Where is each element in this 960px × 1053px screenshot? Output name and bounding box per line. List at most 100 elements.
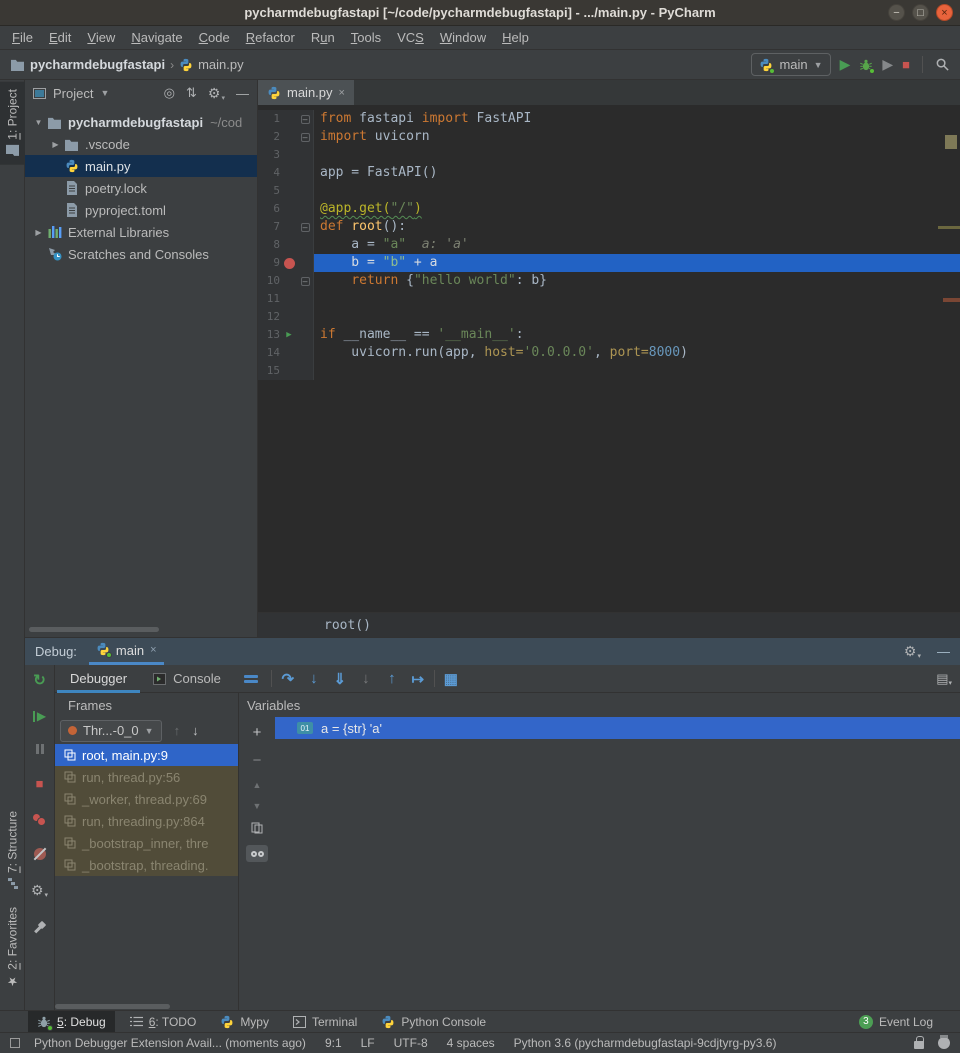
editor-gutter[interactable]: 13▶: [258, 326, 314, 344]
run-button[interactable]: ▶: [840, 56, 851, 73]
indent-style[interactable]: 4 spaces: [447, 1036, 495, 1050]
frame-row[interactable]: _bootstrap, threading.: [55, 854, 238, 876]
project-tree-item[interactable]: ▶External Libraries: [25, 221, 257, 243]
tree-collapsed-arrow[interactable]: ▶: [31, 228, 46, 237]
close-tab-icon[interactable]: ×: [339, 87, 345, 99]
caret-position[interactable]: 9:1: [325, 1036, 342, 1050]
stripe-button-7-structure[interactable]: 7: Structure: [0, 804, 25, 896]
menu-view[interactable]: View: [79, 28, 123, 47]
event-log-button[interactable]: 3Event Log: [850, 1011, 942, 1032]
menu-refactor[interactable]: Refactor: [238, 28, 303, 47]
stripe-button-2-favorites[interactable]: ★2: Favorites: [0, 900, 25, 996]
move-watch-up-button[interactable]: ▲: [253, 780, 262, 790]
menu-window[interactable]: Window: [432, 28, 494, 47]
move-watch-down-button[interactable]: ▼: [253, 801, 262, 811]
view-options-icon[interactable]: [244, 675, 258, 683]
settings-gear-icon[interactable]: ⚙▾: [31, 882, 48, 899]
pause-button[interactable]: [36, 744, 44, 754]
code-area[interactable]: 1–from fastapi import FastAPI2–import uv…: [258, 105, 960, 612]
step-into-my-code-button[interactable]: ⇓: [327, 670, 353, 688]
tool-window-tab-6-todo[interactable]: 6: TODO: [121, 1011, 206, 1032]
tree-collapsed-arrow[interactable]: ▶: [48, 140, 63, 149]
tree-expanded-arrow[interactable]: ▼: [31, 118, 46, 127]
chevron-down-icon[interactable]: ▼: [100, 88, 109, 98]
stripe-button-1-project[interactable]: 1: Project: [0, 82, 25, 165]
mute-breakpoints-button[interactable]: [34, 848, 46, 860]
menu-vcs[interactable]: VCS: [389, 28, 432, 47]
editor-gutter[interactable]: 3: [258, 146, 314, 164]
fold-marker[interactable]: –: [298, 128, 312, 146]
project-header-title[interactable]: Project: [53, 86, 93, 101]
run-configuration-selector[interactable]: main▼: [751, 53, 830, 76]
view-breakpoints-button[interactable]: [32, 813, 47, 826]
editor-gutter[interactable]: 10–: [258, 272, 314, 290]
editor-gutter[interactable]: 1–: [258, 110, 314, 128]
breadcrumb-item[interactable]: main.py: [179, 57, 244, 72]
editor-gutter[interactable]: 5: [258, 182, 314, 200]
editor-gutter[interactable]: 9: [258, 254, 314, 272]
pin-tab-button[interactable]: [33, 921, 46, 934]
breadcrumb-item[interactable]: pycharmdebugfastapi: [10, 57, 165, 72]
step-into-button[interactable]: ↓: [301, 670, 327, 687]
frame-row[interactable]: _worker, thread.py:69: [55, 788, 238, 810]
run-gutter-icon[interactable]: ▶: [280, 326, 298, 344]
code-text[interactable]: [314, 308, 960, 326]
tool-window-tab-python-console[interactable]: Python Console: [372, 1011, 495, 1032]
code-text[interactable]: if __name__ == '__main__':: [314, 326, 960, 344]
rerun-button[interactable]: ↻: [33, 671, 46, 689]
frame-row[interactable]: run, thread.py:56: [55, 766, 238, 788]
code-text[interactable]: return {"hello world": b}: [314, 272, 960, 290]
code-text[interactable]: [314, 182, 960, 200]
debugger-extension-message[interactable]: Python Debugger Extension Avail... (mome…: [34, 1036, 306, 1050]
editor-gutter[interactable]: 4: [258, 164, 314, 182]
collapse-all-icon[interactable]: ⇅: [186, 85, 197, 101]
editor-gutter[interactable]: 15: [258, 362, 314, 380]
fold-marker[interactable]: –: [298, 110, 312, 128]
fold-box-icon[interactable]: –: [301, 133, 310, 142]
lock-icon[interactable]: [914, 1041, 924, 1049]
layout-settings-button[interactable]: ▤▾: [936, 671, 952, 687]
project-tree-item[interactable]: ▼pycharmdebugfastapi~/cod: [25, 111, 257, 133]
frame-row[interactable]: run, threading.py:864: [55, 810, 238, 832]
toggle-stripes-icon[interactable]: [10, 1038, 20, 1048]
code-text[interactable]: app = FastAPI(): [314, 164, 960, 182]
tool-window-tab-mypy[interactable]: Mypy: [211, 1011, 278, 1032]
tool-window-tab-5-debug[interactable]: 5: Debug: [28, 1011, 115, 1032]
hide-tool-window-icon[interactable]: —: [236, 86, 249, 101]
step-out-button[interactable]: ↑: [379, 670, 405, 687]
fold-box-icon[interactable]: –: [301, 277, 310, 286]
code-text[interactable]: [314, 362, 960, 380]
file-encoding[interactable]: UTF-8: [394, 1036, 428, 1050]
editor-gutter[interactable]: 2–: [258, 128, 314, 146]
code-text[interactable]: a = "a" a: 'a': [314, 236, 960, 254]
menu-run[interactable]: Run: [303, 28, 343, 47]
tab-debugger[interactable]: Debugger: [57, 665, 140, 693]
code-text[interactable]: b = "b" + a: [314, 254, 960, 272]
code-text[interactable]: from fastapi import FastAPI: [314, 110, 960, 128]
project-tree-item[interactable]: ▶.vscode: [25, 133, 257, 155]
editor-gutter[interactable]: 14: [258, 344, 314, 362]
fold-marker[interactable]: –: [298, 218, 312, 236]
run-with-coverage-button[interactable]: ▶: [882, 56, 893, 73]
run-to-cursor-button[interactable]: ↦: [405, 670, 431, 688]
previous-frame-button[interactable]: ↑: [174, 723, 181, 738]
remove-watch-button[interactable]: −: [253, 752, 262, 769]
editor-gutter[interactable]: 8: [258, 236, 314, 254]
menu-help[interactable]: Help: [494, 28, 537, 47]
code-text[interactable]: [314, 146, 960, 164]
line-ending[interactable]: LF: [361, 1036, 375, 1050]
frame-row[interactable]: root, main.py:9: [55, 744, 238, 766]
inspections-profile-icon[interactable]: [938, 1037, 950, 1049]
step-over-button[interactable]: ↷: [275, 670, 301, 688]
tool-window-tab-terminal[interactable]: Terminal: [284, 1011, 366, 1032]
menu-file[interactable]: File: [4, 28, 41, 47]
settings-gear-icon[interactable]: ⚙▾: [208, 85, 225, 102]
frame-row[interactable]: _bootstrap_inner, thre: [55, 832, 238, 854]
editor-gutter[interactable]: 7–: [258, 218, 314, 236]
menu-tools[interactable]: Tools: [343, 28, 389, 47]
stop-button[interactable]: ■: [902, 57, 910, 72]
code-text[interactable]: def root():: [314, 218, 960, 236]
menu-code[interactable]: Code: [191, 28, 238, 47]
evaluate-expression-button[interactable]: ▦: [438, 670, 464, 688]
python-interpreter[interactable]: Python 3.6 (pycharmdebugfastapi-9cdjtyrg…: [514, 1036, 777, 1050]
